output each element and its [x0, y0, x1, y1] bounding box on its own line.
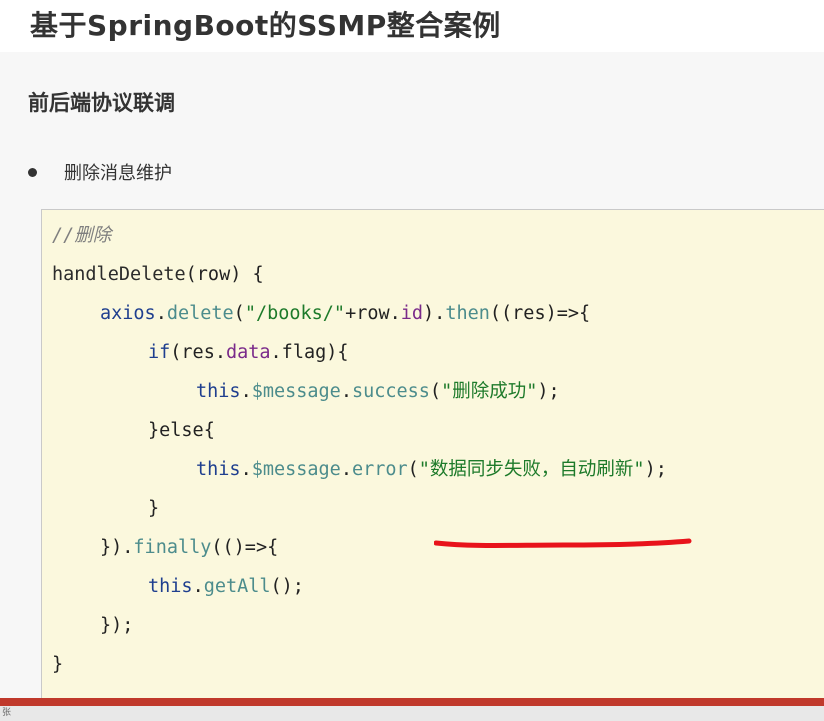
code-block: //删除 handleDelete(row) { axios.delete("/…: [41, 209, 824, 721]
code-token: .: [340, 381, 352, 402]
code-token: (()=>{: [211, 537, 279, 558]
bullet-dot-icon: [28, 168, 37, 177]
code-token: .: [340, 459, 352, 480]
code-token: data: [225, 342, 271, 363]
code-token: this: [148, 576, 193, 597]
code-line-7: }: [148, 491, 159, 527]
code-line-2: axios.delete("/books/"+row.id).then((res…: [100, 296, 590, 332]
code-line-6: this.$message.error("数据同步失败，自动刷新");: [196, 452, 667, 488]
code-line-11: }: [52, 647, 63, 683]
code-line-3: if(res.data.flag){: [148, 335, 349, 371]
code-token: then: [445, 303, 490, 324]
code-token: );: [537, 381, 560, 402]
code-line-8: }).finally(()=>{: [100, 530, 278, 566]
code-token: }else{: [148, 420, 215, 441]
code-token: );: [644, 459, 667, 480]
code-token: handleDelete: [52, 264, 186, 285]
code-token: .: [155, 303, 167, 324]
code-line-1: handleDelete(row) {: [52, 257, 264, 293]
code-token: }: [52, 654, 64, 675]
code-token: .: [240, 459, 252, 480]
code-token: error: [351, 459, 408, 480]
code-line-5: }else{: [148, 413, 215, 449]
code-token: this: [196, 381, 241, 402]
code-token: (: [233, 303, 245, 324]
code-token: $message: [251, 459, 341, 480]
code-token: (: [429, 381, 442, 402]
code-token: success: [351, 381, 430, 402]
code-token: (: [407, 459, 419, 480]
code-token: "数据同步失败，自动刷新": [418, 459, 645, 480]
code-token: delete: [166, 303, 234, 324]
code-token: }).: [100, 537, 134, 558]
code-token: "/books/": [244, 303, 346, 324]
code-token: getAll: [203, 576, 271, 597]
code-token: ();: [270, 576, 304, 597]
code-line-10: });: [100, 608, 133, 644]
code-line-comment: //删除: [52, 218, 111, 254]
red-annotation-underline: [434, 538, 692, 548]
bullet-item: 删除消息维护: [64, 163, 172, 184]
slide-content: 前后端协议联调 删除消息维护 //删除 handleDelete(row) { …: [0, 52, 824, 721]
code-token: "删除成功": [441, 381, 538, 402]
code-comment: //删除: [52, 225, 112, 246]
page-title: 基于SpringBoot的SSMP整合案例: [30, 9, 501, 42]
code-token: id: [400, 303, 424, 324]
code-token: this: [196, 459, 241, 480]
title-bar: 基于SpringBoot的SSMP整合案例: [0, 0, 824, 53]
code-token: }: [148, 498, 160, 519]
code-token: if: [148, 342, 171, 363]
code-token: (res.: [170, 342, 226, 363]
code-token: finally: [133, 537, 212, 558]
section-heading: 前后端协议联调: [28, 91, 175, 115]
code-token: +row.: [345, 303, 401, 324]
code-token: (row) {: [185, 264, 264, 285]
code-token: ((res)=>{: [489, 303, 591, 324]
status-text: 张: [2, 708, 12, 718]
code-token: });: [100, 615, 134, 636]
code-token: .: [192, 576, 204, 597]
code-token: $message: [251, 381, 341, 402]
code-line-4: this.$message.success("删除成功");: [196, 374, 560, 410]
code-line-9: this.getAll();: [148, 569, 304, 605]
status-strip: 张: [0, 706, 824, 721]
code-token: ).: [423, 303, 446, 324]
code-token: .: [240, 381, 252, 402]
code-token: axios: [100, 303, 156, 324]
bottom-accent-bar: [0, 698, 824, 706]
code-token: .flag){: [270, 342, 349, 363]
